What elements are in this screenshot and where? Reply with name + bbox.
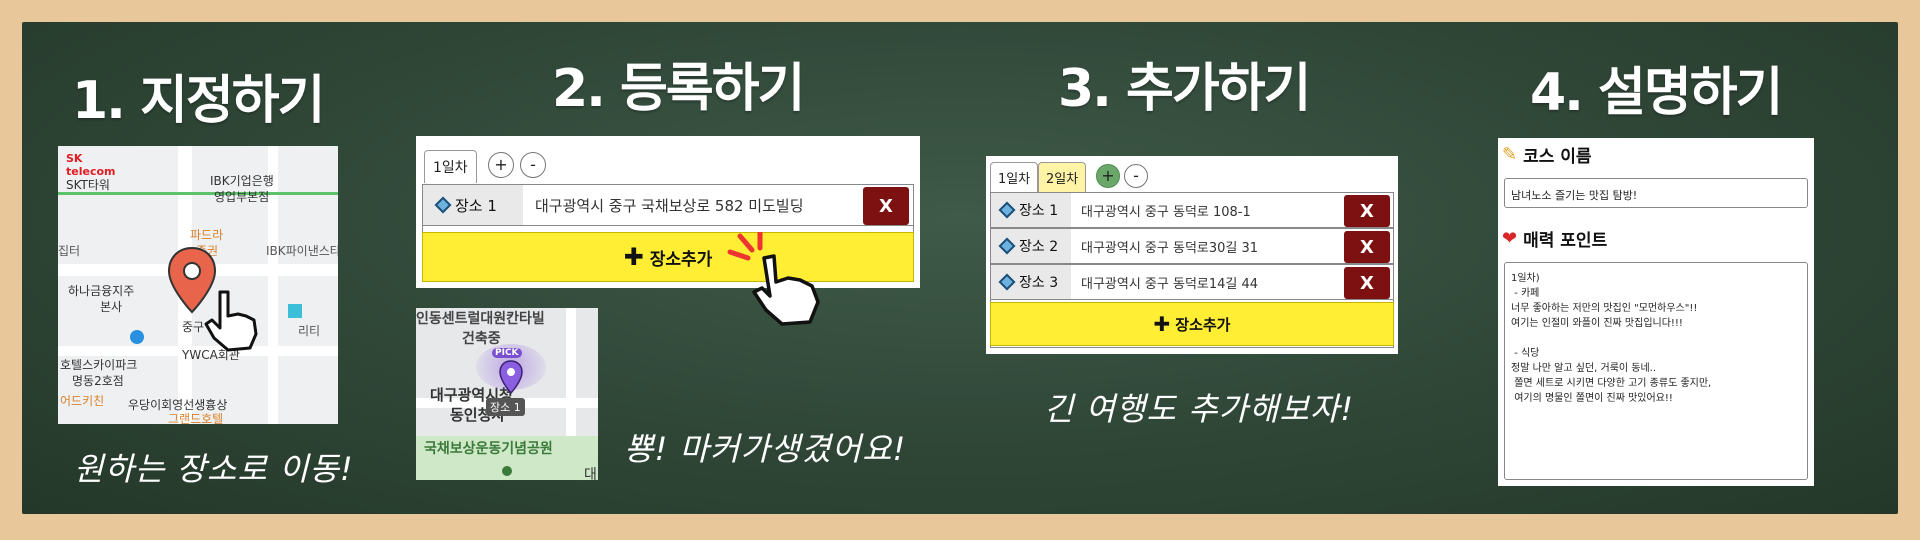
place-label: 장소 2 (991, 229, 1071, 263)
map-label: 파드라 (190, 228, 224, 242)
step3-panel: 1일차 2일차 + - 장소 1 대구광역시 중구 동덕로 108-1 X 장소… (986, 156, 1398, 354)
map-label: 본사 (100, 300, 123, 314)
map-label: 집터 (58, 244, 81, 258)
add-place-button[interactable]: ✚ 장소추가 (422, 232, 914, 282)
step2-panel: 1일차 + - 장소 1 대구광역시 중구 국채보상로 582 미도빌딩 X ✚… (416, 136, 920, 288)
map2-marker-icon[interactable] (498, 360, 524, 394)
add-place-button[interactable]: ✚ 장소추가 (990, 302, 1394, 346)
place-label-text: 장소 2 (1019, 239, 1059, 255)
course-name-heading: ✎ 코스 이름 (1502, 142, 1592, 167)
map-label: IBK기업은행 (210, 174, 274, 188)
add-day-button[interactable]: + (488, 152, 514, 178)
subway-icon (130, 330, 144, 344)
place-label: 장소 1 (423, 185, 523, 225)
map-label: 그랜드호텔 (168, 412, 224, 424)
map-view-1[interactable]: SK telecom SKT타워 IBK기업은행 영업부본점 파드라 증권 집터… (58, 146, 338, 424)
place-label: 장소 1 (991, 193, 1071, 227)
click-hand-icon (727, 232, 820, 326)
delete-place-button[interactable]: X (1344, 267, 1390, 299)
place-label: 장소 3 (991, 265, 1071, 299)
map-label: 하나금융지주 (68, 284, 135, 298)
appeal-textarea[interactable]: 1일차) - 카페 너무 좋아하는 저만의 맛집인 "모먼하우스"!! 여기는 … (1504, 262, 1808, 480)
step2-title: 2. 등록하기 (552, 59, 805, 119)
map-label: 건축중 (462, 331, 501, 347)
park-icon (502, 466, 512, 476)
delete-place-button[interactable]: X (1344, 231, 1390, 263)
place-label-text: 장소 1 (1019, 203, 1059, 219)
heart-icon: ❤ (1502, 228, 1518, 249)
map-label: 호텔스카이파크 (60, 358, 138, 372)
delete-place-button[interactable]: X (1344, 195, 1390, 227)
place-row: 장소 3 대구광역시 중구 동덕로14길 44 X (990, 264, 1394, 300)
sk-telecom-logo: SK telecom (66, 152, 116, 178)
add-place-label: 장소추가 (649, 249, 713, 270)
place-diamond-icon (434, 196, 452, 214)
tab-day2[interactable]: 2일차 (1038, 162, 1087, 192)
course-name-input[interactable]: 남녀노소 즐기는 맛집 탐방! (1504, 178, 1808, 208)
place-row: 장소 1 대구광역시 중구 국채보상로 582 미도빌딩 X (422, 184, 914, 226)
map-label: 인동센트럴대원칸타빌 (416, 311, 545, 327)
pen-icon: ✎ (1502, 144, 1518, 165)
appeal-heading: ❤ 매력 포인트 (1502, 226, 1607, 251)
place-label-text: 장소 3 (1019, 275, 1059, 291)
place-address: 대구광역시 중구 동덕로14길 44 (1081, 276, 1259, 292)
step1-title: 1. 지정하기 (72, 71, 325, 131)
pick-badge: PICK (492, 348, 522, 358)
step3-caption: 긴 여행도 추가해보자! (1044, 390, 1355, 428)
place-row: 장소 1 대구광역시 중구 동덕로 108-1 X (990, 192, 1394, 228)
place-label-text: 장소 1 (455, 196, 497, 215)
map-label: 대 (584, 467, 597, 480)
map-label: 영업부본점 (214, 190, 270, 204)
course-name-label: 코스 이름 (1523, 147, 1592, 167)
map-label: SKT타워 (66, 178, 110, 192)
remove-day-button[interactable]: - (520, 152, 546, 178)
step3-title: 3. 추가하기 (1058, 59, 1311, 119)
step2-caption: 뿅! 마커가생겼어요! (624, 430, 907, 468)
place-address: 대구광역시 중구 동덕로 108-1 (1081, 204, 1251, 220)
place-address: 대구광역시 중구 국채보상로 582 미도빌딩 (535, 196, 804, 215)
marker-tooltip: 장소 1 (486, 398, 525, 416)
map-label: 어드키친 (60, 394, 105, 408)
tab-day1[interactable]: 1일차 (424, 150, 477, 183)
map-label: 국채보상운동기념공원 (424, 441, 553, 457)
map-label: IBK파이낸스타 (266, 244, 338, 258)
place-diamond-icon (998, 237, 1016, 255)
tab-day1[interactable]: 1일차 (990, 162, 1039, 192)
delete-place-button[interactable]: X (863, 187, 909, 225)
step4-panel: ✎ 코스 이름 남녀노소 즐기는 맛집 탐방! ❤ 매력 포인트 1일차) - … (1498, 138, 1814, 486)
place-diamond-icon (998, 273, 1016, 291)
place-diamond-icon (998, 201, 1016, 219)
step4-title: 4. 설명하기 (1530, 63, 1783, 123)
place-address: 대구광역시 중구 동덕로30길 31 (1081, 240, 1259, 256)
remove-day-button[interactable]: - (1124, 164, 1148, 188)
step1-caption: 원하는 장소로 이동! (74, 450, 354, 488)
transit-icon (288, 304, 302, 318)
add-place-label: 장소추가 (1175, 315, 1231, 334)
plus-icon: ✚ (623, 243, 644, 271)
place-row: 장소 2 대구광역시 중구 동덕로30길 31 X (990, 228, 1394, 264)
pointer-hand-icon (204, 290, 258, 352)
appeal-label: 매력 포인트 (1523, 231, 1608, 251)
add-day-button[interactable]: + (1096, 164, 1120, 188)
map-view-2[interactable]: 인동센트럴대원칸타빌 건축중 대구광역시청 동인청사 국채보상운동기념공원 대 … (416, 308, 598, 480)
plus-icon: ✚ (1153, 312, 1171, 336)
map-label: 리티 (298, 324, 321, 338)
map-label: 명동2호점 (72, 374, 124, 388)
